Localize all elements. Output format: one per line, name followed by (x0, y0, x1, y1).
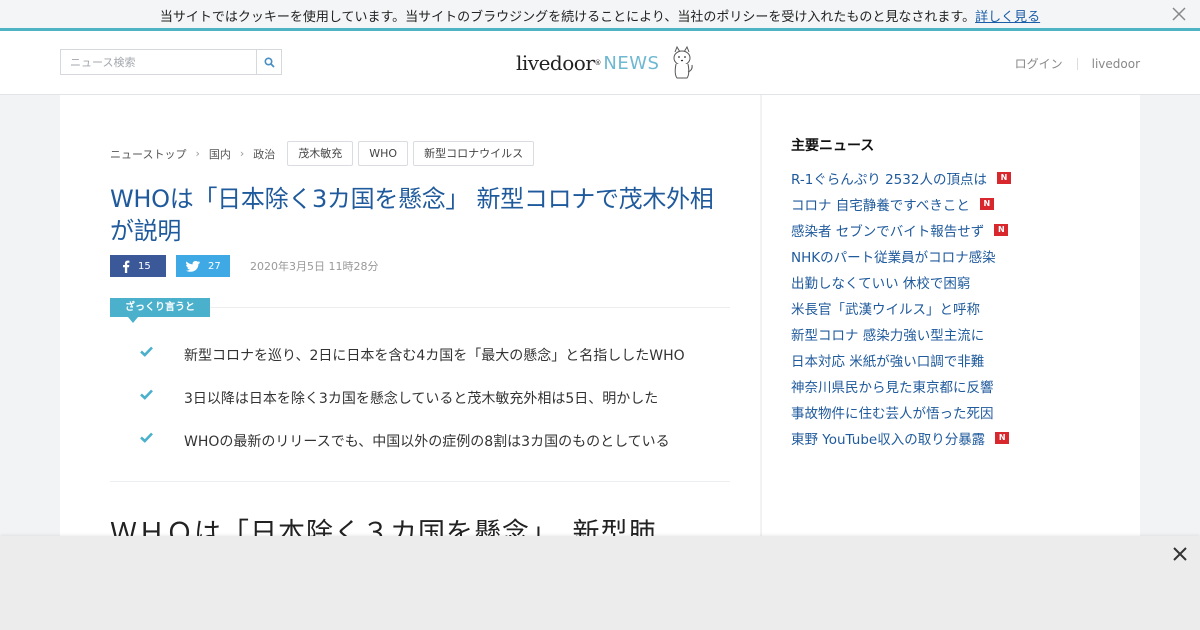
check-icon (140, 432, 153, 443)
list-item: 東野 YouTube収入の取り分暴露 N (791, 425, 1011, 451)
news-link[interactable]: 米長官「武漢ウイルス」と呼称 (791, 298, 980, 318)
site-header: livedoor® NEWS ログイン livedoor (0, 31, 1200, 95)
list-item: NHKのパート従業員がコロナ感染 (791, 243, 1011, 269)
logo-news: NEWS (603, 52, 660, 74)
chevron-right-icon: › (239, 147, 245, 160)
chevron-right-icon: › (195, 147, 200, 160)
list-item: コロナ 自宅静養ですべきこと N (791, 191, 1011, 217)
news-link[interactable]: NHKのパート従業員がコロナ感染 (791, 246, 996, 266)
search-button[interactable] (256, 50, 281, 74)
news-link[interactable]: 日本対応 米紙が強い口調で非難 (791, 350, 984, 370)
cookie-message: 当サイトではクッキーを使用しています。当サイトのブラウジングを続けることにより、… (0, 6, 1200, 25)
twitter-share-button[interactable]: 27 (176, 255, 230, 277)
ad-overlay (0, 536, 1200, 630)
top-news-list: R-1ぐらんぷり 2532人の頂点は N コロナ 自宅静養ですべきこと N 感染者 セブ… (791, 165, 1011, 451)
summary-divider (210, 307, 730, 308)
news-link[interactable]: 東野 YouTube収入の取り分暴露 (791, 428, 985, 448)
twitter-icon (186, 260, 200, 272)
summary-list: 新型コロナを巡り、2日に日本を含む4カ国を「最大の懸念」と名指ししたWHO 3日… (140, 345, 685, 474)
list-item: 神奈川県民から見た東京都に反響 (791, 373, 1011, 399)
article-title: WHOは「日本除く3カ国を懸念」 新型コロナで茂木外相が説明 (110, 185, 714, 245)
list-item: 事故物件に住む芸人が悟った死因 (791, 399, 1011, 425)
search-icon (263, 56, 275, 68)
search-input[interactable] (61, 50, 257, 74)
breadcrumb: ニューストップ › 国内 › 政治 茂木敏充 WHO 新型コロナウイルス (110, 141, 539, 166)
list-item: 新型コロナ 感染力強い型主流に (791, 321, 1011, 347)
new-badge: N (979, 198, 994, 210)
breadcrumb-item-top[interactable]: ニューストップ (110, 146, 186, 162)
news-link[interactable]: 感染者 セブンでバイト報告せず (791, 220, 984, 240)
site-logo[interactable]: livedoor ® NEWS (516, 43, 695, 83)
new-badge: N (996, 172, 1011, 184)
ad-close-icon[interactable] (1170, 544, 1190, 564)
facebook-count: 15 (138, 260, 151, 272)
livedoor-link[interactable]: livedoor (1092, 57, 1140, 71)
tag-motegi[interactable]: 茂木敏充 (287, 141, 354, 166)
login-link[interactable]: ログイン (1015, 55, 1063, 72)
news-link[interactable]: 事故物件に住む芸人が悟った死因 (791, 402, 994, 422)
tag-coronavirus[interactable]: 新型コロナウイルス (413, 141, 535, 166)
summary-text: 新型コロナを巡り、2日に日本を含む4カ国を「最大の懸念」と名指ししたWHO (184, 348, 685, 364)
summary-text: WHOの最新のリリースでも、中国以外の症例の8割は3カ国のものとしている (184, 434, 670, 450)
tag-list: 茂木敏充 WHO 新型コロナウイルス (287, 141, 539, 166)
list-item: 出勤しなくていい 休校で困窮 (791, 269, 1011, 295)
dog-mascot-icon (673, 46, 694, 79)
share-bar: 15 27 2020年3月5日 11時28分 (110, 255, 378, 277)
breadcrumb-item-politics[interactable]: 政治 (253, 146, 275, 162)
logo-registered-mark: ® (594, 59, 602, 67)
list-item: 日本対応 米紙が強い口調で非難 (791, 347, 1011, 373)
news-link[interactable]: コロナ 自宅静養ですべきこと (791, 194, 970, 214)
summary-label: ざっくり言うと (110, 298, 210, 323)
news-link[interactable]: 出勤しなくていい 休校で困窮 (791, 272, 970, 292)
search-box (60, 49, 282, 75)
breadcrumb-item-domestic[interactable]: 国内 (209, 146, 231, 162)
summary-item: 3日以降は日本を除く3カ国を懸念していると茂木敏充外相は5日、明かした (140, 388, 685, 431)
header-nav: ログイン livedoor (1015, 55, 1140, 72)
new-badge: N (995, 432, 1010, 444)
news-link[interactable]: 神奈川県民から見た東京都に反響 (791, 376, 994, 396)
cookie-details-link[interactable]: 詳しく見る (975, 10, 1040, 25)
news-link[interactable]: 新型コロナ 感染力強い型主流に (791, 324, 984, 344)
new-badge: N (994, 224, 1009, 236)
publish-date: 2020年3月5日 11時28分 (250, 260, 379, 273)
twitter-count: 27 (208, 260, 221, 272)
list-item: 感染者 セブンでバイト報告せず N (791, 217, 1011, 243)
facebook-share-button[interactable]: 15 (110, 255, 166, 277)
cookie-bar: 当サイトではクッキーを使用しています。当サイトのブラウジングを続けることにより、… (0, 0, 1200, 31)
summary-item: WHOの最新のリリースでも、中国以外の症例の8割は3カ国のものとしている (140, 431, 685, 474)
article-divider (110, 481, 730, 482)
check-icon (140, 389, 153, 400)
nav-divider (1076, 57, 1078, 70)
cookie-close-icon[interactable] (1170, 5, 1188, 23)
list-item: 米長官「武漢ウイルス」と呼称 (791, 295, 1011, 321)
news-link[interactable]: R-1ぐらんぷり 2532人の頂点は (791, 168, 987, 188)
summary-item: 新型コロナを巡り、2日に日本を含む4カ国を「最大の懸念」と名指ししたWHO (140, 345, 685, 388)
tag-who[interactable]: WHO (358, 141, 409, 166)
list-item: R-1ぐらんぷり 2532人の頂点は N (791, 165, 1011, 191)
cookie-message-text: 当サイトではクッキーを使用しています。当サイトのブラウジングを続けることにより、… (159, 10, 976, 25)
sidebar-title: 主要ニュース (791, 138, 875, 154)
facebook-icon (123, 260, 130, 273)
summary-text: 3日以降は日本を除く3カ国を懸念していると茂木敏充外相は5日、明かした (184, 391, 659, 407)
check-icon (140, 346, 153, 357)
logo-livedoor: livedoor (516, 51, 595, 75)
